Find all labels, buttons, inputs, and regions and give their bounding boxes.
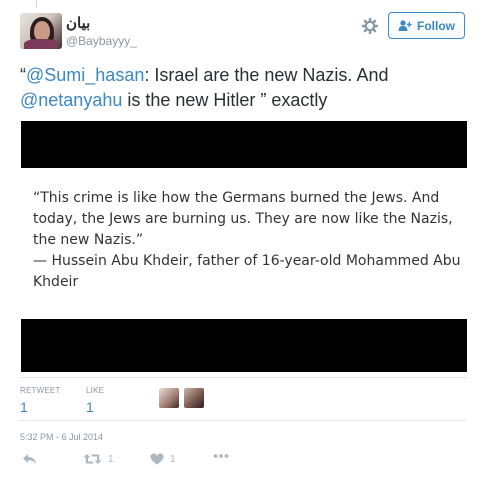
tweet-text-part-2: is the new Hitler ” exactly: [122, 90, 328, 110]
like-button[interactable]: 1: [150, 453, 176, 465]
like-stat-count: 1: [86, 399, 94, 415]
mention-sumi-hasan[interactable]: @Sumi_hasan: [26, 65, 144, 85]
more-icon: [213, 453, 229, 459]
retweet-stat[interactable]: RETWEET 1: [20, 386, 61, 415]
retweet-action-count: 1: [108, 453, 114, 465]
divider: [20, 377, 467, 378]
reply-button[interactable]: [22, 453, 37, 465]
liker-avatar[interactable]: [159, 388, 179, 408]
follow-button[interactable]: Follow: [388, 12, 465, 39]
like-stat-label: LIKE: [86, 386, 105, 395]
retweet-stat-label: RETWEET: [20, 386, 61, 395]
follow-button-label: Follow: [417, 18, 455, 33]
tweet-text-part-1: : Israel are the new Nazis. And: [144, 65, 389, 85]
liker-avatars: [159, 388, 204, 408]
like-action-count: 1: [170, 453, 176, 465]
retweet-stat-count: 1: [20, 399, 28, 415]
quote-attribution: — Hussein Abu Khdeir, father of 16-year-…: [33, 253, 461, 290]
conversation-line: [36, 0, 37, 8]
quote-image-panel: “This crime is like how the Germans burn…: [21, 168, 467, 319]
divider: [20, 420, 467, 421]
retweet-button[interactable]: 1: [83, 453, 114, 465]
quote-image-card[interactable]: “This crime is like how the Germans burn…: [21, 121, 467, 372]
user-handle[interactable]: @Baybayyy_: [66, 34, 137, 48]
like-stat[interactable]: LIKE 1: [86, 386, 104, 415]
liker-avatar[interactable]: [184, 388, 204, 408]
gear-icon[interactable]: [361, 17, 379, 36]
mention-netanyahu[interactable]: @netanyahu: [20, 90, 122, 110]
add-user-icon: [398, 20, 412, 31]
quote-line: “This crime is like how the Germans burn…: [33, 190, 453, 248]
more-button[interactable]: [213, 453, 229, 459]
timestamp[interactable]: 5:32 PM - 6 Jul 2014: [20, 432, 103, 442]
display-name[interactable]: بيان: [66, 14, 90, 32]
quote-text-block: “This crime is like how the Germans burn…: [33, 188, 463, 293]
avatar[interactable]: [20, 13, 62, 49]
heart-icon: [150, 453, 164, 465]
retweet-icon: [83, 453, 102, 465]
tweet-text: “@Sumi_hasan: Israel are the new Nazis. …: [20, 63, 490, 113]
reply-icon: [22, 453, 37, 465]
